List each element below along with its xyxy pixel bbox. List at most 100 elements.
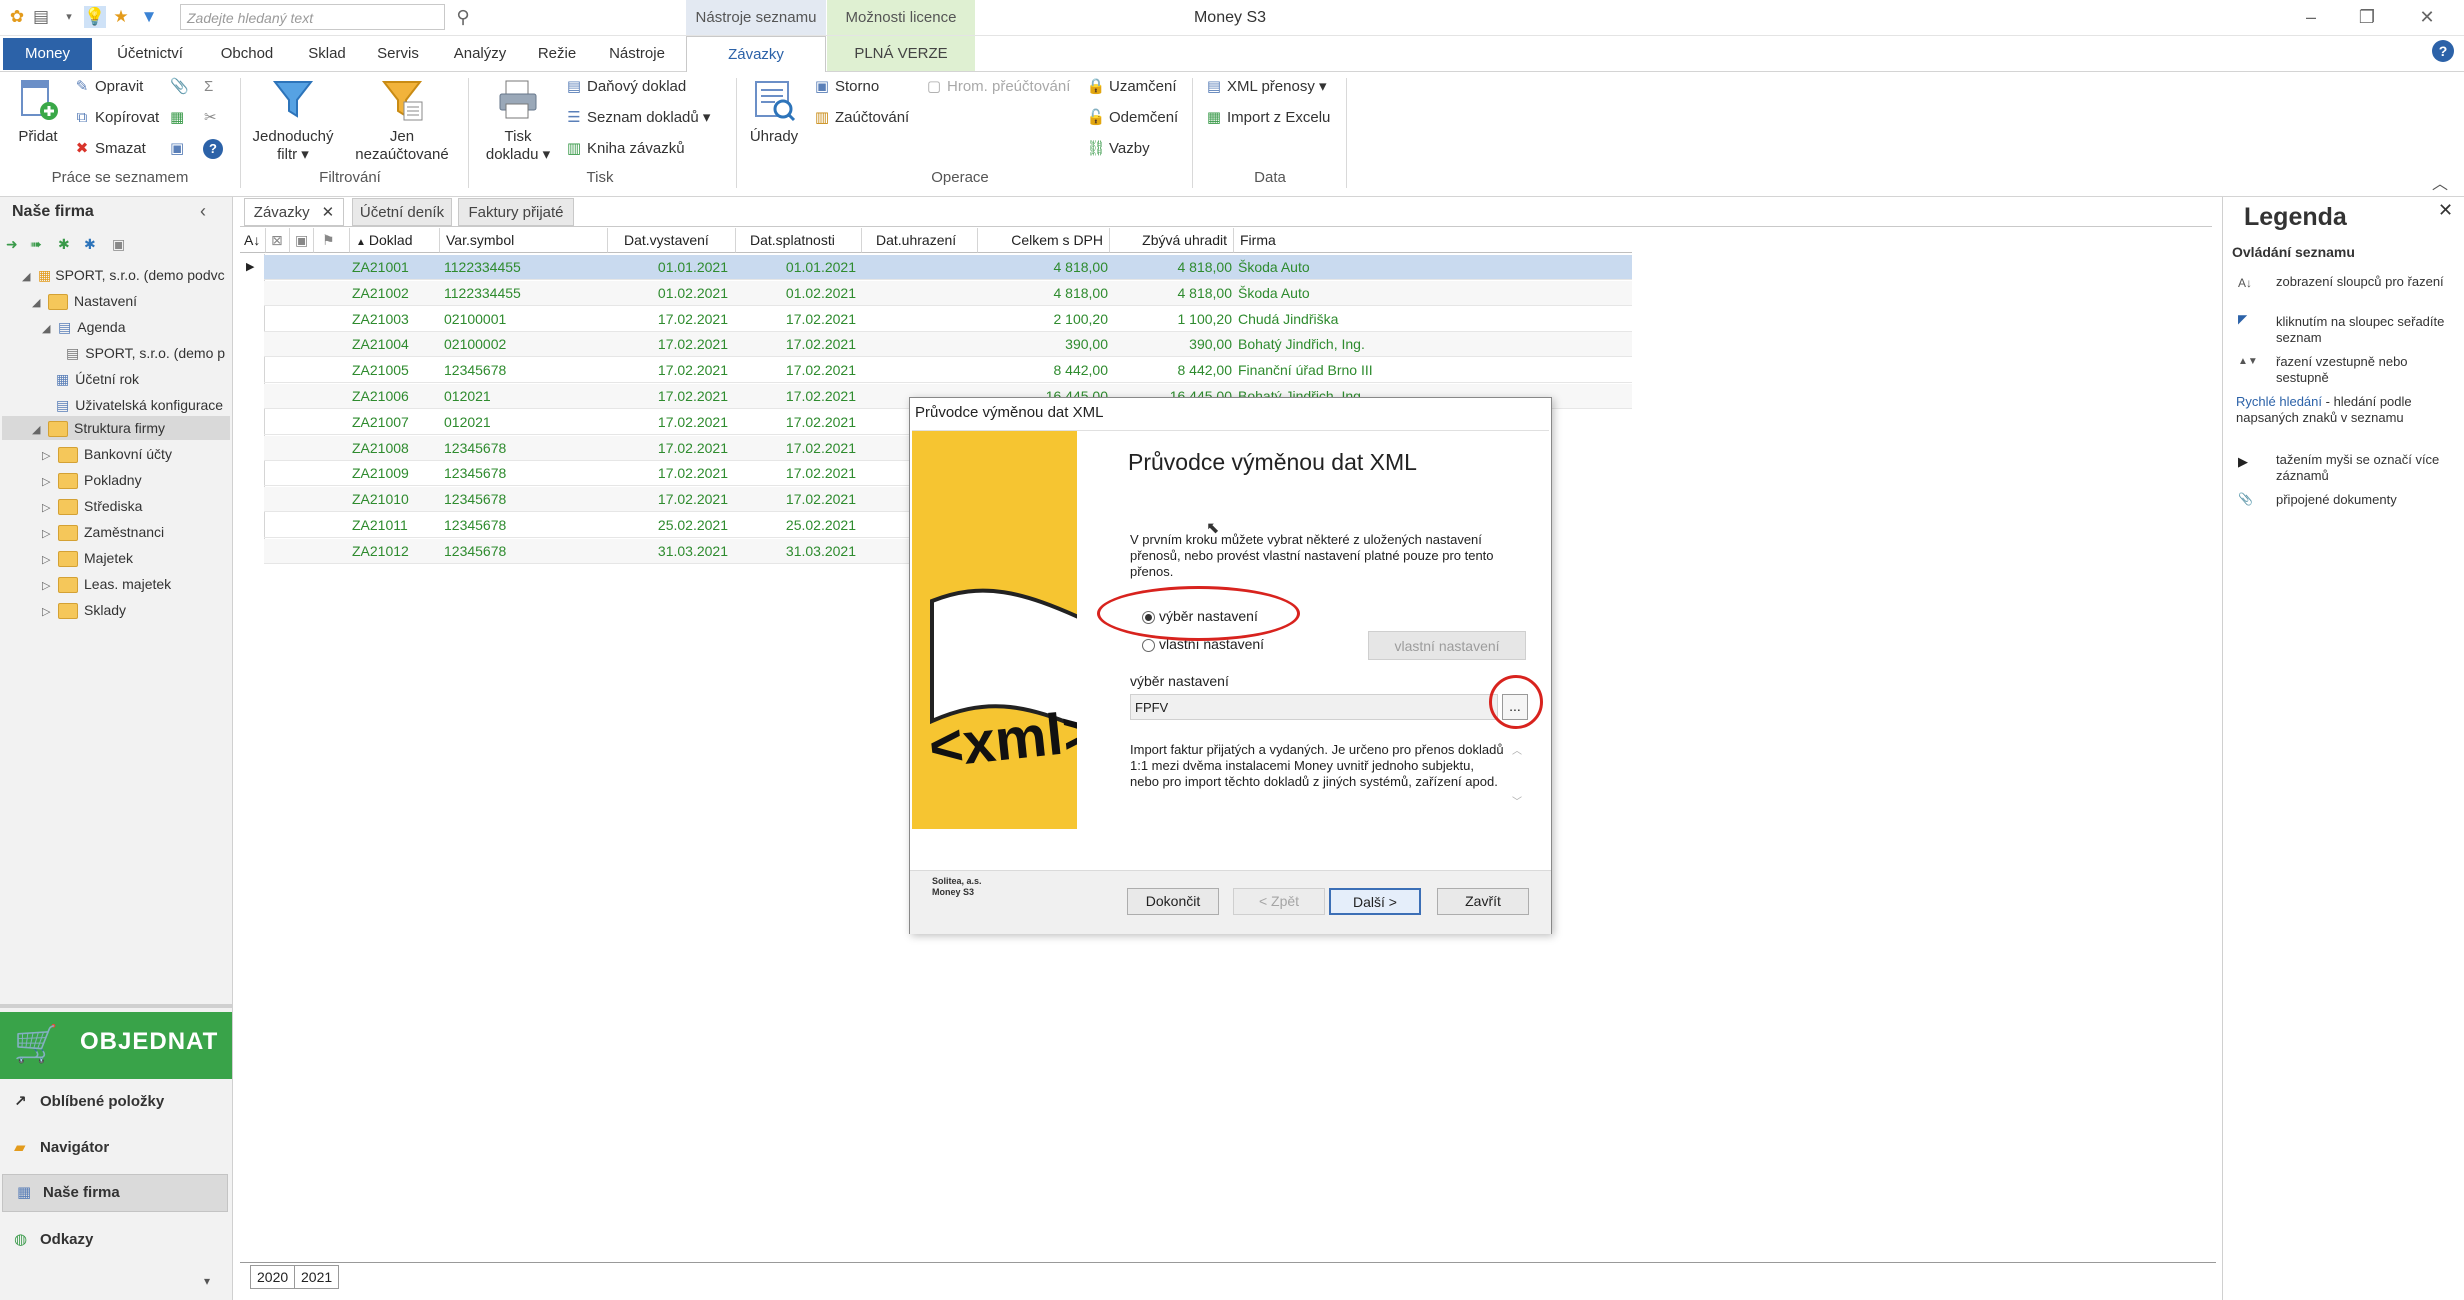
tab-sklad[interactable]: Sklad [296, 36, 358, 71]
xml-transfers-button[interactable]: ▤ XML přenosy ▾ [1204, 78, 1327, 96]
tree-item-sport[interactable]: ▤ SPORT, s.r.o. (demo p [66, 342, 225, 364]
tab-faktury-prijate[interactable]: Faktury přijaté [458, 198, 574, 226]
column-header-firma[interactable]: Firma [1234, 228, 1632, 253]
tree-item-leas-majetek[interactable]: ▷ Leas. majetek [42, 573, 171, 595]
tree-item-pokladny[interactable]: ▷ Pokladny [42, 469, 142, 491]
attach-icon[interactable]: 📎 [170, 78, 189, 96]
tree-item-agenda[interactable]: ◢ ▤ Agenda [42, 316, 126, 338]
print-list-icon[interactable]: ▣ [170, 140, 184, 158]
table-row[interactable]: ZA21002 1122334455 01.02.2021 01.02.2021 4 8… [264, 280, 1632, 306]
nav-our-company[interactable]: ▦ Naše firma [2, 1174, 228, 1212]
tab-money[interactable]: Money [3, 38, 92, 70]
table-row[interactable]: ZA21008 12345678 17.02.2021 17.02.2021 [264, 435, 914, 461]
settings-select-field[interactable]: FPFV [1130, 694, 1498, 720]
tree-item-strediska[interactable]: ▷ Střediska [42, 495, 142, 517]
table-row[interactable]: ZA21004 02100002 17.02.2021 17.02.2021 390,0… [264, 332, 1632, 358]
custom-settings-button[interactable]: vlastní nastavení [1368, 631, 1526, 660]
unlock-button[interactable]: 🔓 Odemčení [1086, 109, 1179, 127]
collapse-ribbon-icon[interactable]: ︿ [2432, 170, 2448, 194]
restore-button[interactable]: ❐ [2340, 0, 2394, 35]
delete-button[interactable]: ✖ Smazat [72, 140, 146, 158]
flag-column-icon[interactable]: ⚑ [314, 228, 350, 253]
tree-item-company[interactable]: ◢ ▦ SPORT, s.r.o. (demo podvc [22, 264, 225, 286]
year-tab-2021[interactable]: 2021 [294, 1265, 340, 1289]
filter-icon[interactable]: ▼ [138, 6, 160, 28]
table-row[interactable]: ZA21003 02100001 17.02.2021 17.02.2021 2 100… [264, 307, 1632, 332]
posting-button[interactable]: ▥ Zaúčtování [812, 109, 909, 127]
print-icon[interactable]: ▣ [112, 236, 125, 253]
expand-icon[interactable]: ◢ [42, 318, 54, 340]
tab-analyzy[interactable]: Analýzy [440, 36, 520, 71]
tree-item-sklady[interactable]: ▷ Sklady [42, 599, 126, 621]
tab-obchod[interactable]: Obchod [206, 36, 288, 71]
tree-item-konfigurace[interactable]: ▤ Uživatelská konfigurace [56, 394, 223, 416]
table-row[interactable]: ZA21012 12345678 31.03.2021 31.03.2021 [264, 538, 914, 564]
tab-servis[interactable]: Servis [366, 36, 430, 71]
tab-plna-verze[interactable]: PLNÁ VERZE [827, 36, 975, 71]
close-tab-icon[interactable]: ✕ [322, 204, 335, 221]
tree-item-nastaveni[interactable]: ◢ Nastavení [32, 290, 137, 312]
column-header-var-symbol[interactable]: Var.symbol [440, 228, 608, 253]
export-icon[interactable]: ▦ [170, 109, 184, 127]
table-row[interactable]: ZA21011 12345678 25.02.2021 25.02.2021 [264, 513, 914, 538]
tree-item-struktura[interactable]: ◢ Struktura firmy [32, 417, 165, 439]
lock-column-icon[interactable]: ⊠ [266, 228, 290, 253]
collapse-left-icon[interactable]: ‹ [200, 201, 206, 222]
tree-item-zamestnanci[interactable]: ▷ Zaměstnanci [42, 521, 164, 543]
table-row[interactable]: ZA21005 12345678 17.02.2021 17.02.2021 8 442… [264, 358, 1632, 384]
close-window-button[interactable]: ✕ [2400, 0, 2454, 35]
scroll-up-icon[interactable]: ︿ [1508, 742, 1526, 757]
table-row[interactable]: ZA21009 12345678 17.02.2021 17.02.2021 [264, 461, 914, 487]
folder-star-icon[interactable]: ★ [110, 6, 132, 28]
table-row[interactable]: ZA21010 12345678 17.02.2021 17.02.2021 [264, 487, 914, 513]
column-header-dat-splatnosti[interactable]: Dat.splatnosti [736, 228, 862, 253]
column-header-celkem[interactable]: Celkem s DPH [978, 228, 1110, 253]
tools-icon[interactable]: ✂ [204, 109, 217, 127]
collapsed-icon[interactable]: ▷ [42, 549, 54, 571]
app-icon[interactable]: ✿ [6, 6, 28, 28]
collapsed-icon[interactable]: ▷ [42, 601, 54, 623]
collapsed-icon[interactable]: ▷ [42, 497, 54, 519]
minimize-button[interactable]: – [2284, 0, 2338, 35]
simple-filter-button[interactable]: Jednoduchý filtr ▾ [246, 78, 340, 164]
nav-favorites[interactable]: ↗ Oblíbené položky [0, 1082, 232, 1122]
expand-icon[interactable]: ◢ [32, 292, 44, 314]
bulk-reposting-button[interactable]: ▢ Hrom. přeúčtování [924, 78, 1070, 96]
year-tab-2020[interactable]: 2020 [250, 1265, 296, 1289]
nav-navigator[interactable]: ▰ Navigátor [0, 1128, 232, 1168]
payments-button[interactable]: Úhrady [744, 78, 804, 146]
liabilities-book-button[interactable]: ▥ Kniha závazků [564, 140, 685, 158]
document-list-button[interactable]: ☰ Seznam dokladů ▾ [564, 109, 710, 127]
sum-icon[interactable]: Σ [204, 78, 213, 96]
table-row[interactable]: ZA21007 012021 17.02.2021 17.02.2021 [264, 410, 914, 435]
column-header-dat-uhrazeni[interactable]: Dat.uhrazení [862, 228, 978, 253]
help-icon[interactable]: ? [2432, 40, 2454, 62]
tree-item-majetek[interactable]: ▷ Majetek [42, 547, 133, 569]
unposted-only-button[interactable]: Jen nezaúčtované [350, 78, 454, 164]
collapsed-icon[interactable]: ▷ [42, 471, 54, 493]
tab-nastroje[interactable]: Nástroje [594, 36, 680, 71]
tree-item-ucetni-rok[interactable]: ▦ Účetní rok [56, 368, 139, 390]
nav-links[interactable]: ◍ Odkazy [0, 1220, 232, 1260]
layout-icon[interactable]: ▤ [30, 6, 52, 28]
close-legend-icon[interactable]: ✕ [2438, 200, 2453, 221]
links-button[interactable]: ⛓ Vazby [1086, 140, 1149, 158]
more-chevron-icon[interactable]: ▾ [204, 1274, 210, 1288]
gear-icon[interactable]: ✱ [84, 236, 96, 253]
storno-button[interactable]: ▣ Storno [812, 78, 879, 96]
splitter[interactable] [0, 1004, 232, 1008]
column-header-zbyva[interactable]: Zbývá uhradit [1110, 228, 1234, 253]
tab-ucetni-denik[interactable]: Účetní deník [352, 198, 452, 226]
collapsed-icon[interactable]: ▷ [42, 523, 54, 545]
star-icon[interactable]: ✱ [58, 236, 70, 253]
search-input[interactable]: Zadejte hledaný text [180, 4, 445, 30]
arrow-right-icon[interactable]: ➜ [6, 236, 18, 253]
expand-icon[interactable]: ◢ [22, 266, 34, 288]
next-button[interactable]: Další > [1329, 888, 1421, 915]
lock-button[interactable]: 🔒 Uzamčení [1086, 78, 1177, 96]
doc-column-icon[interactable]: ▣ [290, 228, 314, 253]
table-row[interactable]: ZA21001 1122334455 01.01.2021 01.01.2021 4 8… [264, 255, 1632, 280]
tax-document-button[interactable]: ▤ Daňový doklad [564, 78, 686, 96]
tree-item-bankovni[interactable]: ▷ Bankovní účty [42, 443, 172, 465]
add-button[interactable]: Přidat [10, 78, 66, 146]
